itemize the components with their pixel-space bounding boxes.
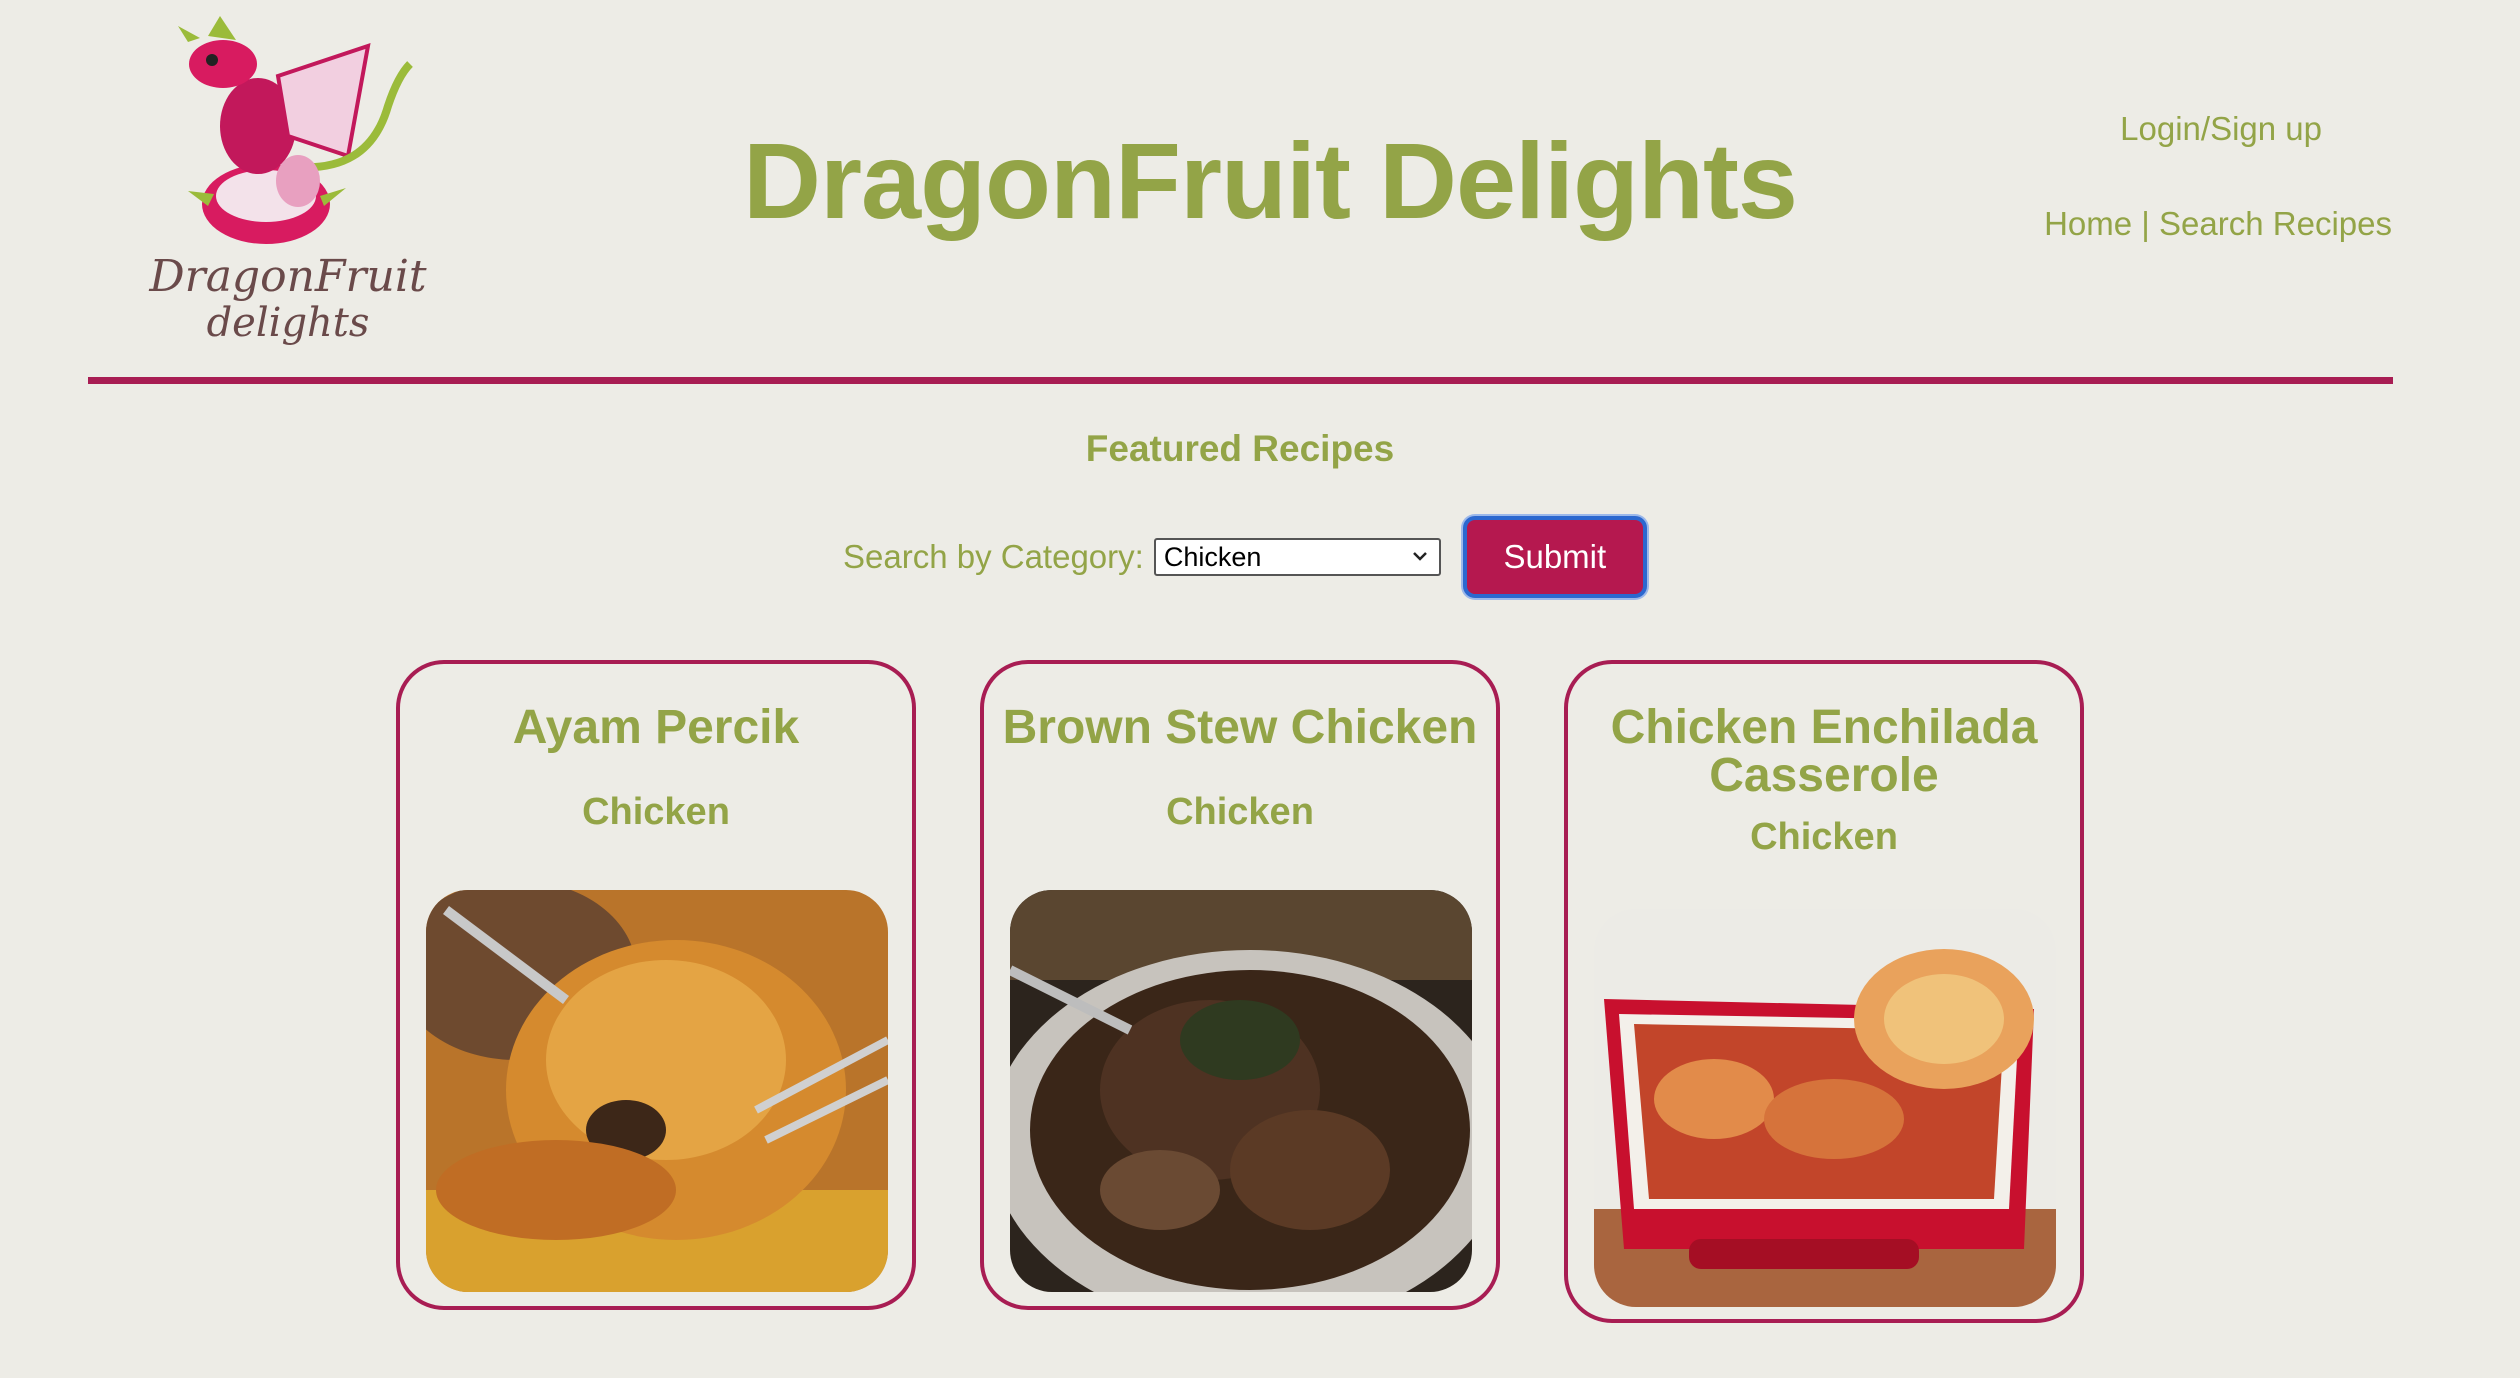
chevron-down-icon [1412, 552, 1427, 561]
recipe-category: Chicken [1166, 791, 1314, 833]
svg-text:DragonFruit: DragonFruit [148, 251, 427, 302]
recipe-title[interactable]: Ayam Percik [400, 704, 912, 752]
recipe-card[interactable]: Ayam Percik Chicken [396, 660, 916, 1310]
recipe-image[interactable] [1594, 909, 2056, 1307]
category-search-form: Search by Category: Chicken Submit [843, 516, 1647, 598]
casserole-photo-icon [1594, 909, 2056, 1307]
category-select[interactable]: Chicken [1153, 538, 1441, 576]
recipe-image[interactable] [426, 890, 888, 1292]
recipe-title[interactable]: Chicken Enchilada Casserole [1568, 704, 2080, 800]
stew-photo-icon [1010, 890, 1472, 1292]
recipe-card[interactable]: Chicken Enchilada Casserole Chicken [1564, 660, 2084, 1323]
search-by-category-label: Search by Category: [843, 538, 1144, 575]
nav-search-recipes-link[interactable]: Search Recipes [2159, 205, 2392, 242]
page: DragonFruit delights DragonFruit Delight… [0, 0, 2520, 1378]
recipe-category: Chicken [582, 791, 730, 833]
main-nav: Home | Search Recipes [2044, 205, 2392, 243]
nav-home-link[interactable]: Home [2044, 205, 2132, 242]
login-signup-link[interactable]: Login/Sign up [2120, 110, 2322, 148]
nav-separator: | [2141, 205, 2150, 242]
featured-recipes-heading: Featured Recipes [1085, 428, 1395, 469]
recipe-card[interactable]: Brown Stew Chicken Chicken [980, 660, 1500, 1310]
header-divider [88, 377, 2393, 384]
svg-text:delights: delights [207, 300, 370, 346]
recipe-category: Chicken [1750, 816, 1898, 858]
recipe-title[interactable]: Brown Stew Chicken [984, 704, 1496, 752]
recipe-image[interactable] [1010, 890, 1472, 1292]
fried-chicken-photo-icon [426, 890, 888, 1292]
category-select-value: Chicken [1163, 541, 1262, 572]
submit-button[interactable]: Submit [1462, 516, 1647, 598]
